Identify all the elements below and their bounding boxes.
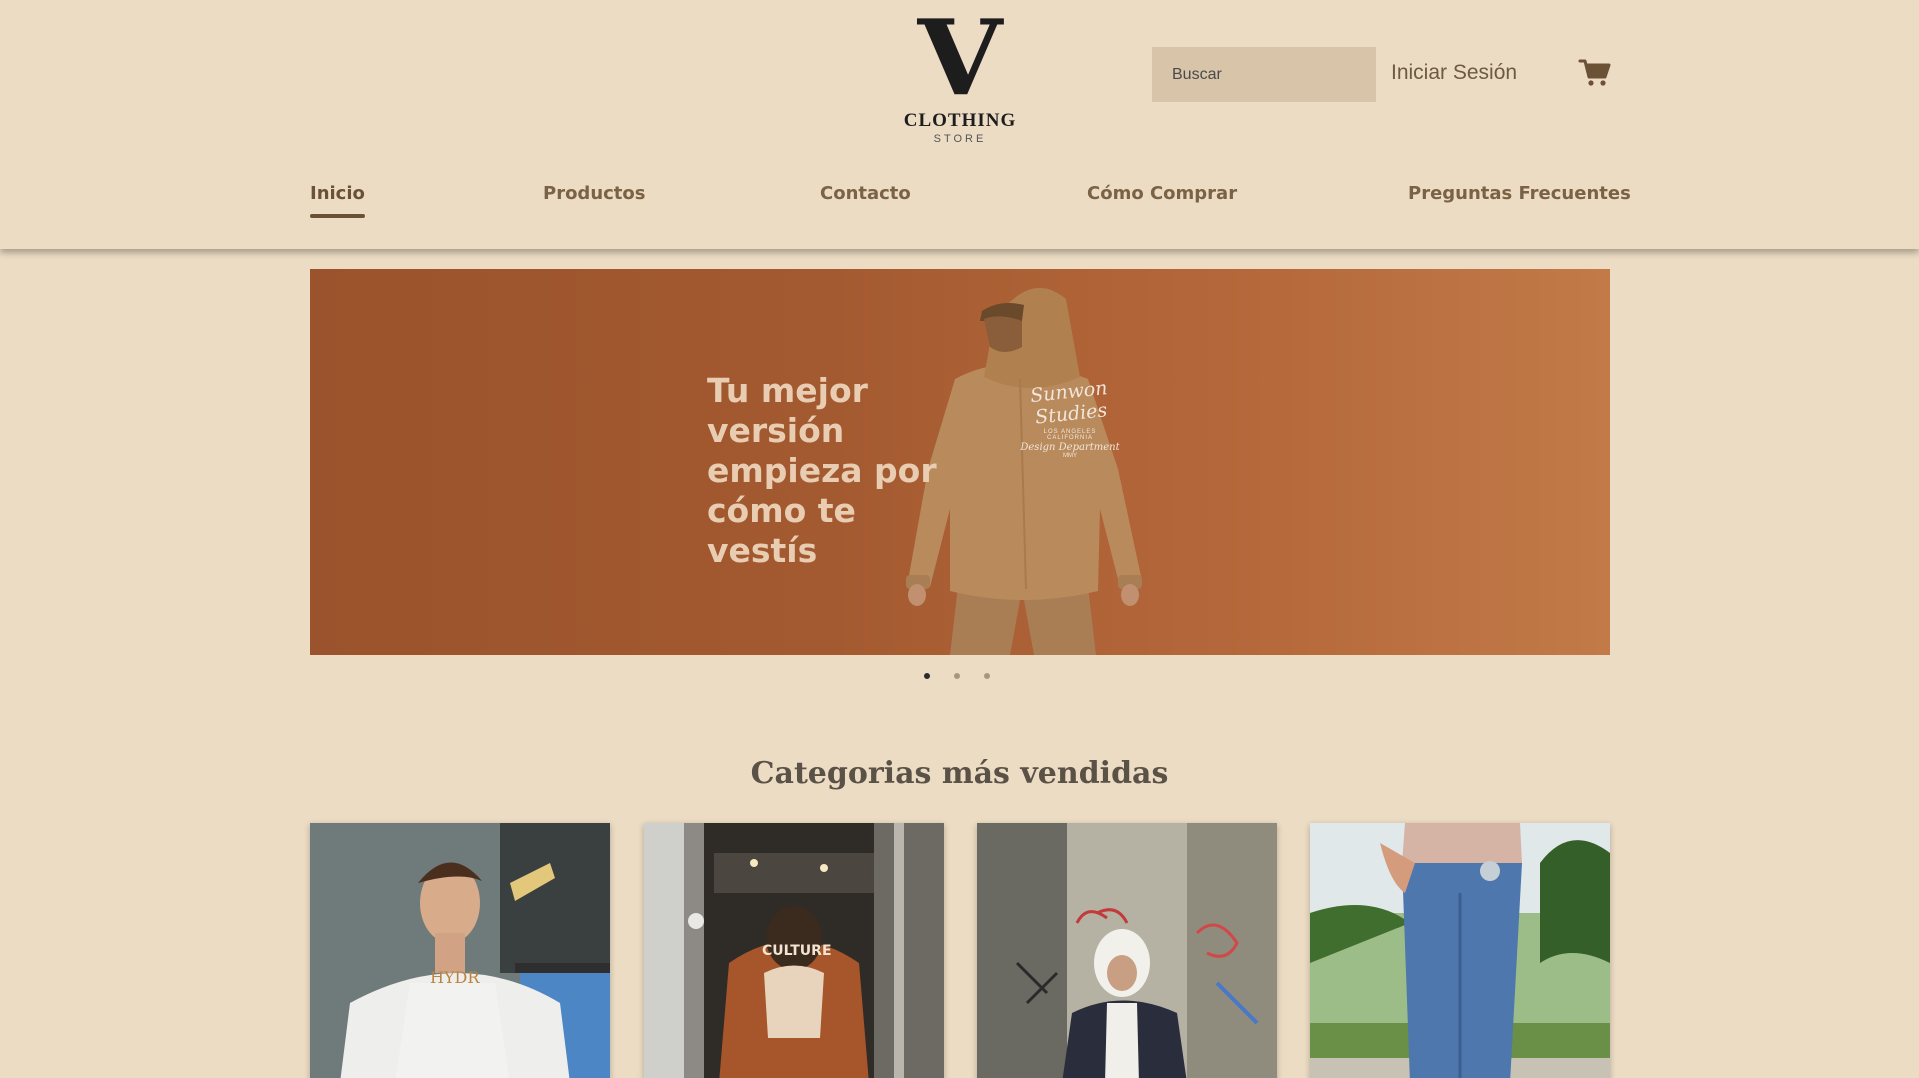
svg-text:HYDR: HYDR [430, 968, 480, 987]
main-nav: Inicio Productos Contacto Cómo Comprar P… [310, 183, 1631, 223]
site-header: V CLOTHING STORE Iniciar Sesión Inicio P… [0, 0, 1919, 249]
hoodie-print-brand: Sunwon Studies [1029, 377, 1109, 429]
carousel-dot-3[interactable] [984, 673, 990, 679]
category-card-1[interactable]: HYDR [310, 823, 610, 1078]
nav-item-label: Inicio [310, 183, 365, 204]
hoodie-print-line: CALIFORNIA [1046, 435, 1093, 441]
category-card-3[interactable] [977, 823, 1277, 1078]
login-link[interactable]: Iniciar Sesión [1391, 61, 1517, 85]
nav-item-contacto[interactable]: Contacto [820, 183, 911, 204]
category-grid: HYDR CULTURE [310, 823, 1610, 1078]
search-input[interactable] [1152, 47, 1376, 102]
banner-headline: Tu mejor versión empieza por cómo te ves… [707, 371, 967, 571]
category-photo [977, 823, 1277, 1078]
nav-item-productos[interactable]: Productos [543, 183, 646, 204]
svg-text:CULTURE: CULTURE [762, 943, 832, 959]
nav-item-preguntas-frecuentes[interactable]: Preguntas Frecuentes [1408, 183, 1631, 204]
category-photo: CULTURE [644, 823, 944, 1078]
category-photo [1310, 823, 1610, 1078]
category-card-2[interactable]: CULTURE [644, 823, 944, 1078]
banner-line: Tu mejor [707, 371, 868, 410]
logo-letter: V [917, 0, 1003, 119]
hoodie-print-line: MMY [1063, 453, 1077, 459]
category-photo: HYDR [310, 823, 610, 1078]
hero-banner[interactable]: Tu mejor versión empieza por cómo te ves… [310, 269, 1610, 655]
nav-item-label: Preguntas Frecuentes [1408, 183, 1631, 204]
carousel-dot-2[interactable] [954, 673, 960, 679]
banner-line: cómo te [707, 491, 856, 530]
categories-title: Categorias más vendidas [750, 756, 1169, 791]
carousel-dot-1[interactable] [924, 673, 930, 679]
nav-item-label: Contacto [820, 183, 911, 204]
nav-item-label: Productos [543, 183, 646, 204]
banner-line: empieza por [707, 451, 937, 490]
cart-icon[interactable] [1578, 56, 1612, 90]
nav-item-como-comprar[interactable]: Cómo Comprar [1087, 183, 1237, 204]
store-logo[interactable]: V CLOTHING STORE [900, 0, 1020, 148]
hoodie-print-line: Design Department [1020, 442, 1120, 453]
category-card-4[interactable] [1310, 823, 1610, 1078]
nav-item-label: Cómo Comprar [1087, 183, 1238, 204]
hoodie-print: Sunwon Studies LOS ANGELES CALIFORNIA De… [1000, 377, 1140, 459]
banner-line: versión [707, 411, 845, 450]
carousel-indicators [924, 673, 994, 683]
nav-item-inicio[interactable]: Inicio [310, 183, 365, 218]
nav-active-indicator [310, 214, 365, 218]
logo-sub-text: STORE [933, 133, 987, 145]
banner-line: vestís [707, 531, 818, 570]
